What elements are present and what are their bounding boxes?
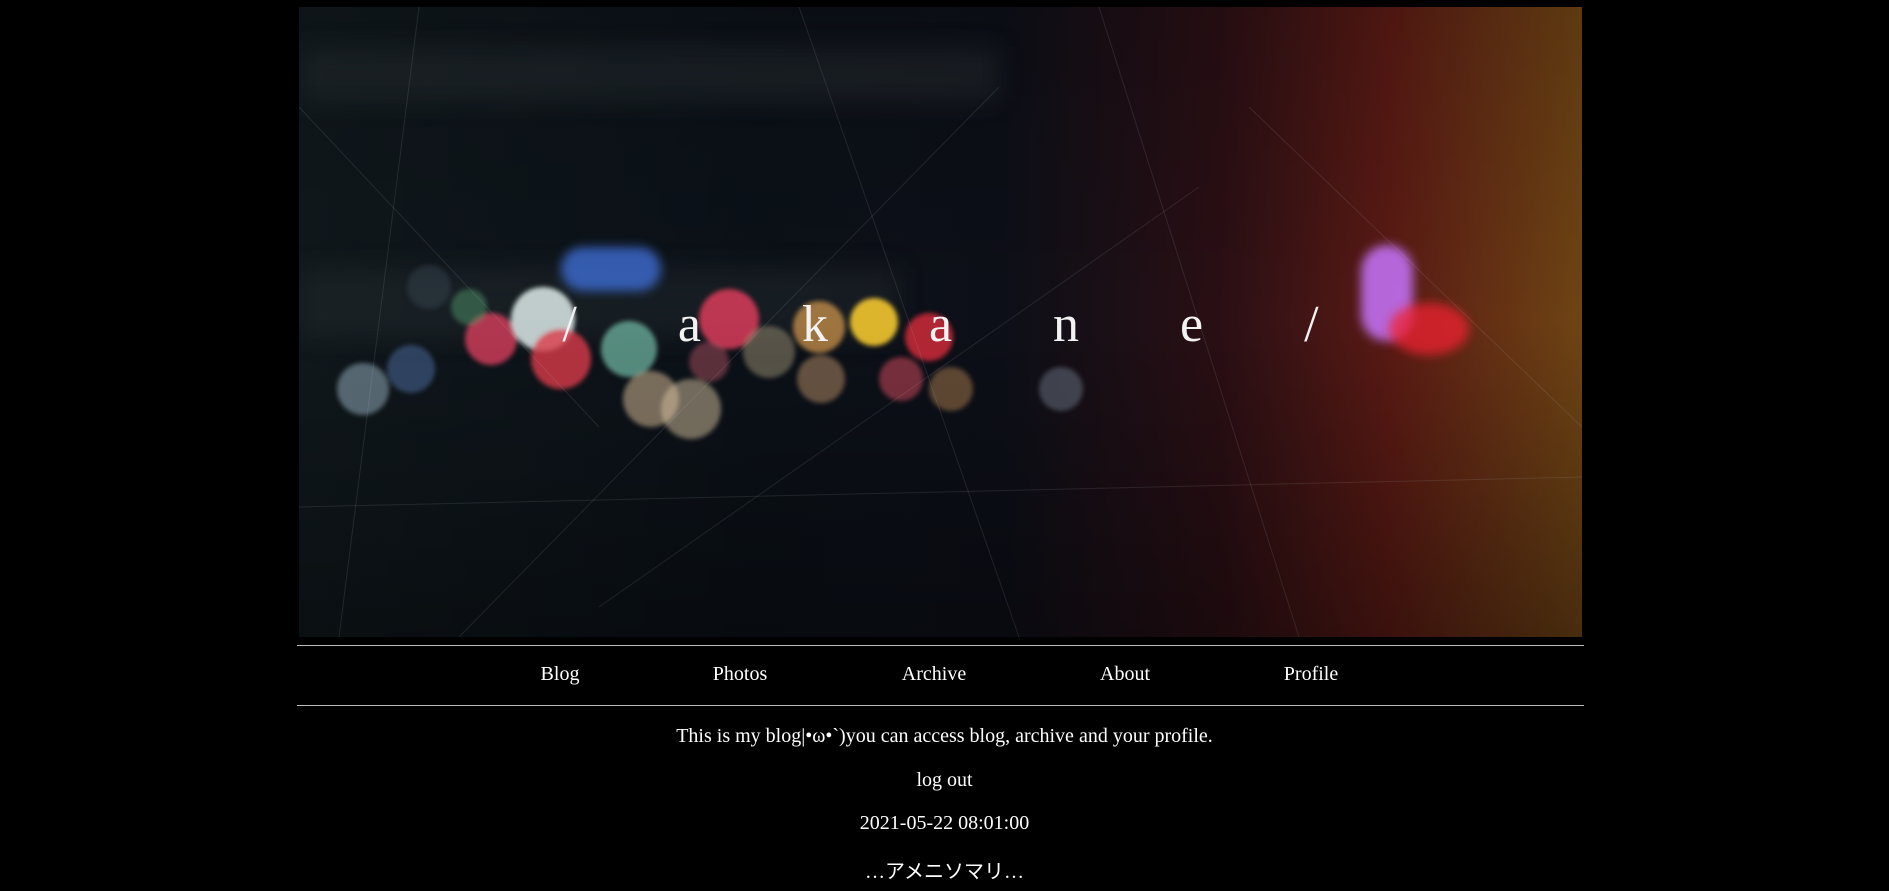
- post-date: 2021-05-22 08:01:00: [859, 812, 1030, 834]
- nav-divider-top: [297, 645, 1584, 646]
- post-title-row: …アメニソマリ…: [0, 855, 1889, 884]
- header-banner-image: / a k a n e /: [299, 7, 1582, 637]
- intro-text: This is my blog|•ω•`)you can access blog…: [676, 725, 1213, 747]
- nav-item-about[interactable]: About: [1100, 663, 1150, 686]
- site-title[interactable]: / a k a n e /: [299, 295, 1582, 354]
- nav-item-profile[interactable]: Profile: [1284, 663, 1338, 686]
- logout-link[interactable]: log out: [916, 769, 972, 791]
- nav-item-blog[interactable]: Blog: [541, 663, 580, 686]
- main-nav: Blog Photos Archive About Profile: [0, 663, 1889, 689]
- nav-divider-bottom: [297, 705, 1584, 706]
- nav-item-archive[interactable]: Archive: [902, 663, 966, 686]
- post-title-link[interactable]: …アメニソマリ…: [865, 861, 1024, 883]
- page: / a k a n e / Blog Photos Archive About …: [0, 0, 1889, 891]
- logout-row: log out: [0, 769, 1889, 792]
- nav-item-photos[interactable]: Photos: [713, 663, 767, 686]
